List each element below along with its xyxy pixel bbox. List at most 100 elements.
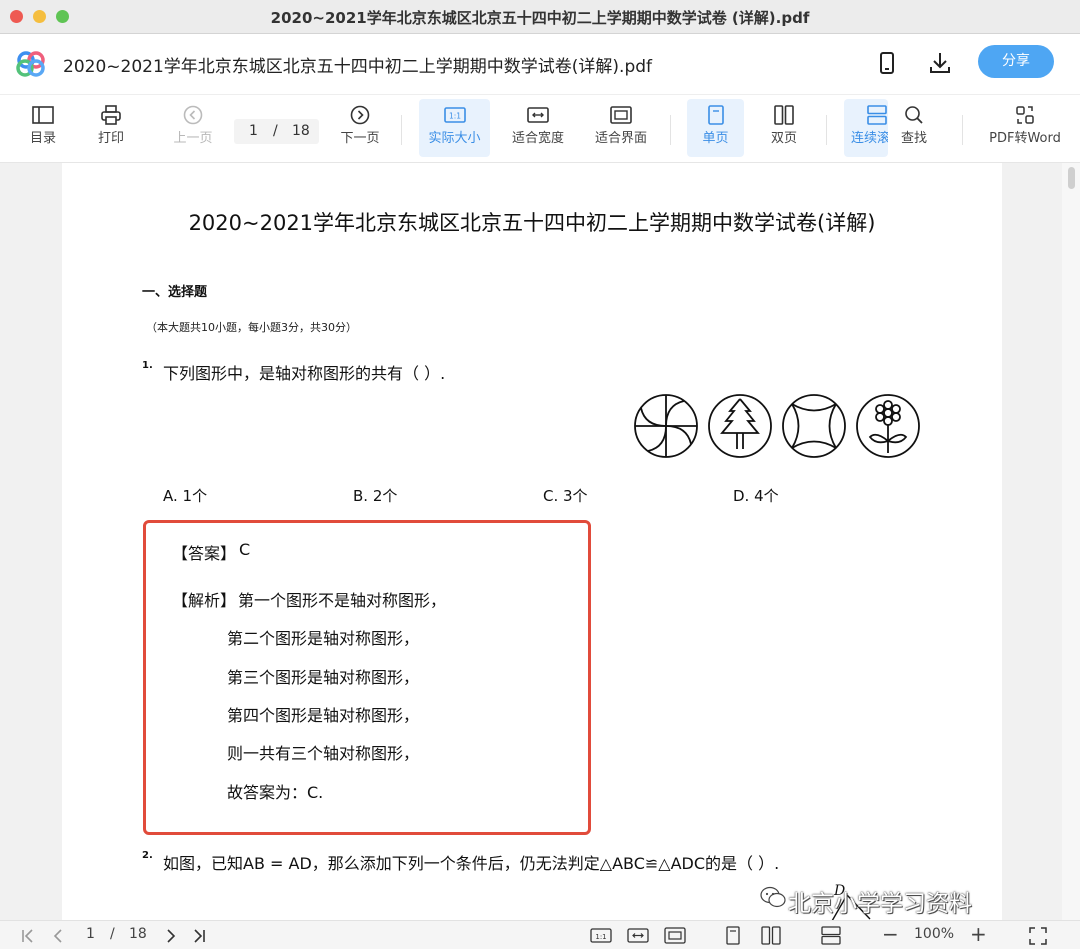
app-logo-icon [16, 51, 45, 77]
svg-text:1:1: 1:1 [595, 933, 606, 941]
zoom-in-button[interactable]: + [970, 922, 987, 946]
pdf-page: 2020~2021学年北京东城区北京五十四中初二上学期期中数学试卷(详解) 一、… [62, 163, 1002, 920]
watermark-text: 北京小学学习资料 [788, 891, 972, 917]
fullscreen-icon[interactable] [1029, 927, 1047, 945]
download-icon[interactable] [927, 50, 953, 76]
next-page-button[interactable]: 下一页 [335, 99, 385, 157]
page-number-input[interactable]: 1 / 18 [234, 119, 319, 144]
option-b: B. 2个 [353, 487, 398, 505]
continuous-scroll-icon [867, 105, 887, 125]
print-button[interactable]: 打印 [90, 99, 132, 157]
scrollbar-thumb[interactable] [1068, 167, 1075, 189]
continuous-scroll-icon[interactable] [821, 926, 841, 945]
answer-value: C [239, 540, 251, 559]
chevron-left-circle-icon [183, 105, 203, 125]
actual-size-button[interactable]: 1:1 实际大小 [419, 99, 490, 157]
window-title: 2020~2021学年北京东城区北京五十四中初二上学期期中数学试卷 (详解).p… [270, 9, 810, 27]
fit-width-icon[interactable] [627, 927, 649, 944]
actual-size-icon[interactable]: 1:1 [590, 927, 612, 944]
pinwheel-figure [634, 394, 698, 458]
print-label: 打印 [97, 131, 124, 146]
double-page-label: 双页 [770, 131, 797, 146]
pdf-to-word-label: PDF转Word [989, 131, 1061, 146]
next-page-icon[interactable] [163, 928, 179, 944]
status-total-pages: 18 [129, 926, 147, 942]
fit-window-button[interactable]: 适合界面 [589, 99, 653, 157]
analysis-line: 第一个图形不是轴对称图形， [238, 591, 447, 610]
answer-label: 【答案】 [172, 544, 237, 563]
app-header: 2020~2021学年北京东城区北京五十四中初二上学期期中数学试卷(详解).pd… [0, 34, 1080, 94]
vertical-scrollbar[interactable] [1062, 163, 1080, 920]
toolbar: 目录 打印 上一页 1 / 18 下一页 1:1 实际大小 适合宽度 适合界面 … [0, 94, 1080, 163]
continuous-scroll-label: 连续滚 [851, 131, 888, 146]
phone-icon[interactable] [874, 50, 900, 76]
option-c: C. 3个 [543, 487, 588, 505]
tree-figure [708, 394, 772, 458]
zoom-out-button[interactable]: − [882, 922, 899, 946]
document-viewport[interactable]: 2020~2021学年北京东城区北京五十四中初二上学期期中数学试卷(详解) 一、… [0, 163, 1080, 920]
toolbar-divider [962, 115, 963, 145]
section-heading: 一、选择题 [142, 285, 208, 300]
question-1-number: 1. [142, 360, 153, 371]
fit-width-button[interactable]: 适合宽度 [506, 99, 570, 157]
printer-icon [101, 105, 121, 125]
continuous-scroll-button[interactable]: 连续滚 [844, 99, 888, 157]
section-note: （本大题共10小题，每小题3分，共30分） [146, 321, 357, 334]
curved-square-figure [782, 394, 846, 458]
option-d: D. 4个 [733, 487, 779, 505]
option-a: A. 1个 [163, 487, 208, 505]
convert-icon [1016, 106, 1034, 124]
analysis-line: 第四个图形是轴对称图形， [227, 706, 420, 725]
double-page-icon [774, 105, 794, 125]
share-button[interactable]: 分享 [978, 45, 1054, 78]
find-button[interactable]: 查找 [892, 99, 936, 157]
pdf-to-word-button[interactable]: PDF转Word [984, 99, 1066, 157]
double-page-icon[interactable] [761, 926, 781, 945]
toc-label: 目录 [29, 131, 56, 146]
question-2-text: 如图，已知AB = AD，那么添加下列一个条件后，仍无法判定△ABC≌△ADC的… [163, 854, 780, 873]
actual-size-icon: 1:1 [443, 107, 466, 123]
actual-size-label: 实际大小 [428, 131, 481, 146]
fit-window-icon [610, 106, 632, 124]
prev-page-icon[interactable] [50, 928, 66, 944]
double-page-button[interactable]: 双页 [762, 99, 806, 157]
find-label: 查找 [900, 131, 927, 146]
analysis-line: 第二个图形是轴对称图形， [227, 629, 420, 648]
toc-button[interactable]: 目录 [22, 99, 64, 157]
analysis-line: 第三个图形是轴对称图形， [227, 668, 420, 687]
toolbar-divider [826, 115, 827, 145]
single-page-icon[interactable] [725, 926, 741, 945]
first-page-icon[interactable] [20, 928, 36, 944]
fit-window-icon[interactable] [664, 927, 686, 944]
status-page-separator: / [110, 926, 115, 942]
total-pages: 18 [292, 123, 310, 139]
wechat-icon [760, 886, 786, 908]
single-page-button[interactable]: 单页 [687, 99, 744, 157]
status-bar: 1 / 18 1:1 − 100% + [0, 920, 1080, 949]
fit-width-icon [527, 107, 549, 123]
document-title: 2020~2021学年北京东城区北京五十四中初二上学期期中数学试卷(详解).pd… [63, 57, 653, 77]
single-page-label: 单页 [702, 131, 729, 146]
flower-figure [856, 394, 920, 458]
analysis-line: 故答案为：C. [227, 783, 324, 802]
question-1-text: 下列图形中，是轴对称图形的共有（ ）. [163, 364, 446, 383]
analysis-label: 【解析】 [172, 591, 237, 610]
fit-window-label: 适合界面 [594, 131, 647, 146]
search-icon [905, 106, 923, 124]
toolbar-divider [670, 115, 671, 145]
current-page: 1 [249, 123, 258, 139]
page-separator: / [273, 123, 278, 139]
single-page-icon [707, 105, 724, 125]
toolbar-divider [401, 115, 402, 145]
last-page-icon[interactable] [191, 928, 207, 944]
page-heading: 2020~2021学年北京东城区北京五十四中初二上学期期中数学试卷(详解) [188, 211, 876, 235]
fit-width-label: 适合宽度 [511, 131, 564, 146]
question-1-figures [634, 394, 920, 458]
question-2-number: 2. [142, 850, 153, 861]
toc-icon [32, 106, 54, 124]
prev-page-label: 上一页 [173, 131, 213, 146]
svg-text:1:1: 1:1 [448, 112, 460, 121]
prev-page-button[interactable]: 上一页 [168, 99, 218, 157]
zoom-level: 100% [914, 926, 955, 942]
status-current-page[interactable]: 1 [86, 926, 95, 942]
